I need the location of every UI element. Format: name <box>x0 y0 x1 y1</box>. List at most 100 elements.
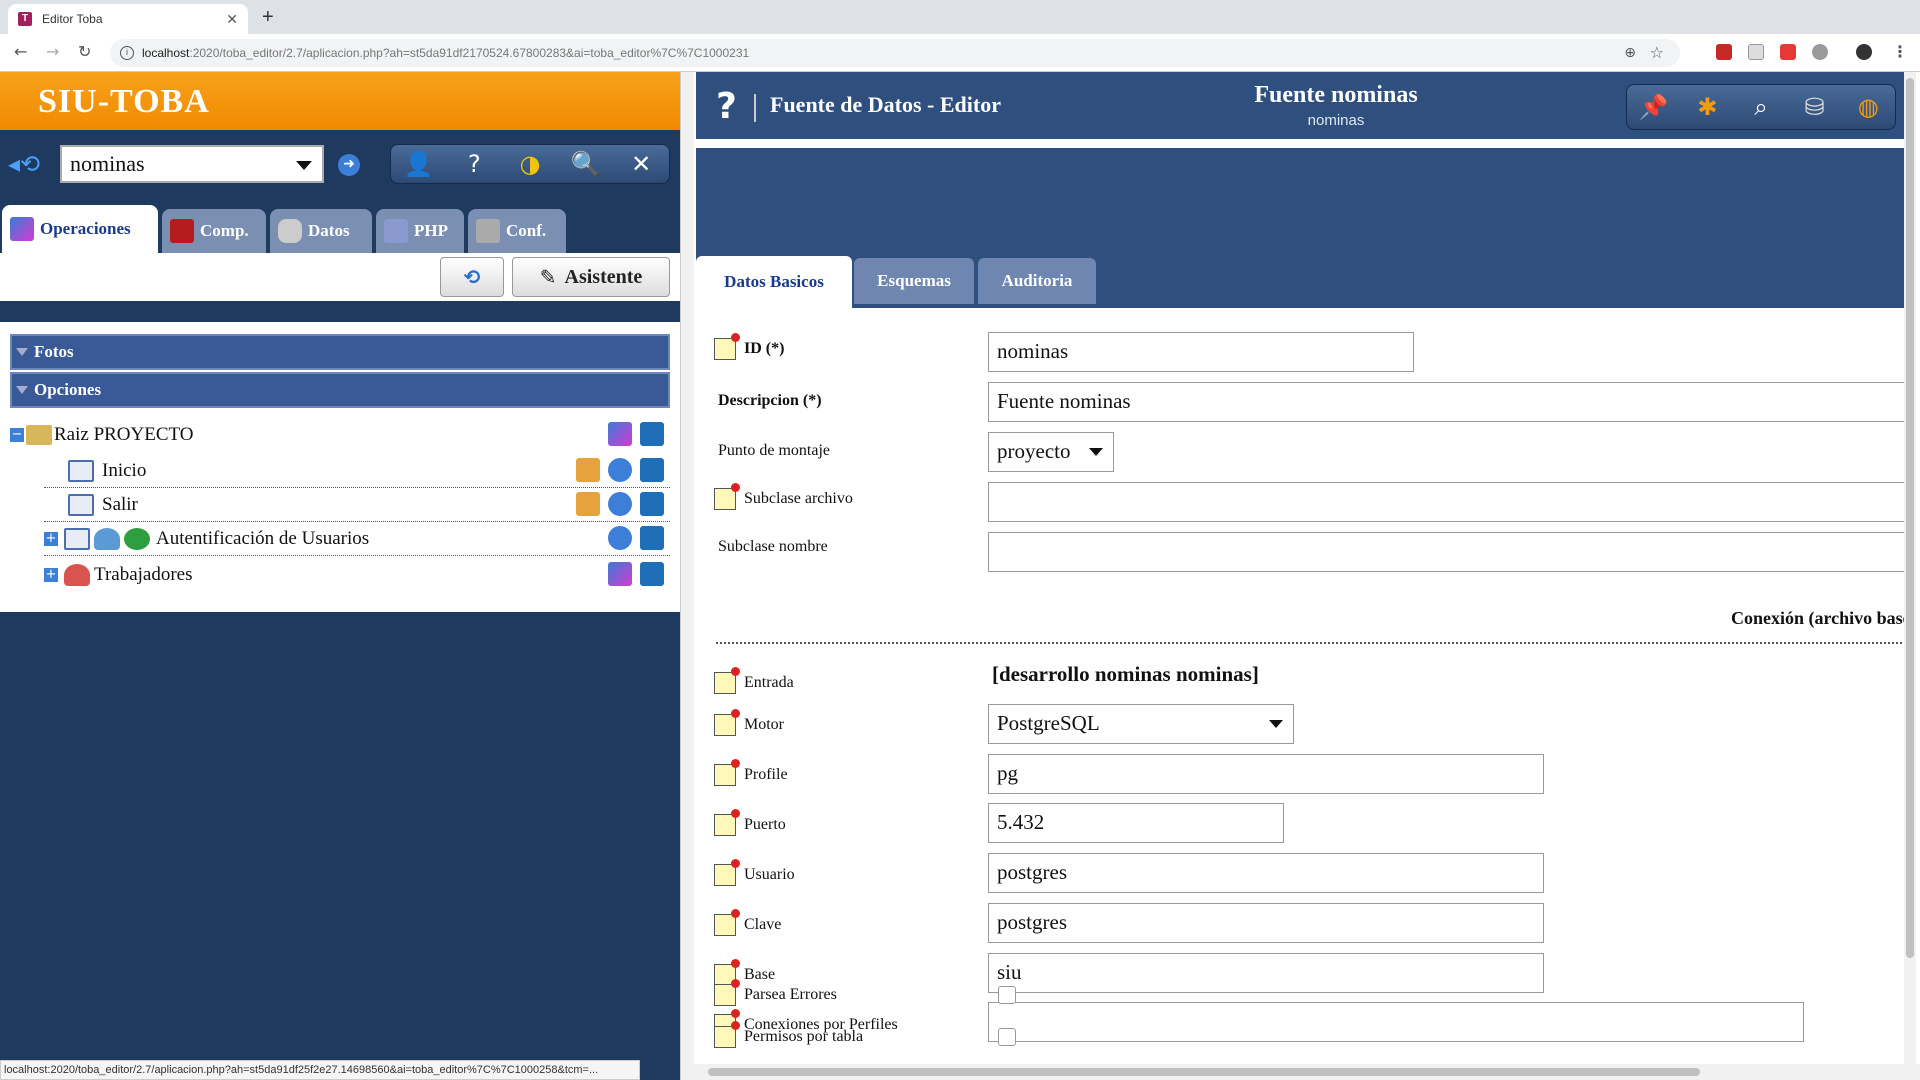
tree-node-inicio[interactable]: Inicio <box>0 454 680 488</box>
tab-esquemas[interactable]: Esquemas <box>854 258 974 304</box>
browser-tab[interactable]: T Editor Toba ✕ <box>8 4 248 34</box>
scroll-thumb[interactable] <box>1906 78 1914 958</box>
puzzle-icon[interactable]: ✱ <box>1689 91 1725 123</box>
edit-note-icon[interactable] <box>714 1021 740 1048</box>
info-icon[interactable]: i <box>120 46 134 60</box>
tab-conf[interactable]: Conf. <box>468 209 566 253</box>
tab-componentes[interactable]: Comp. <box>162 209 266 253</box>
go-arrow-icon[interactable] <box>608 526 632 550</box>
new-tab-icon[interactable]: + <box>262 6 274 29</box>
horizontal-scrollbar[interactable] <box>694 1064 1920 1080</box>
browser-menu-icon[interactable]: ⋮ <box>1892 42 1908 61</box>
expand-icon[interactable]: + <box>44 532 58 546</box>
field-label: Entrada <box>744 674 794 691</box>
section-fotos[interactable]: Fotos <box>10 334 670 370</box>
zoom-icon[interactable]: ⊕ <box>1624 39 1636 67</box>
edit-note-icon[interactable] <box>714 667 740 694</box>
edit-note-icon[interactable] <box>714 909 740 936</box>
reload-icon[interactable]: ↻ <box>78 42 91 61</box>
montaje-select[interactable]: proyecto <box>988 432 1114 472</box>
hscroll-thumb[interactable] <box>708 1068 1700 1076</box>
base-input[interactable]: siu <box>988 953 1544 993</box>
scissors-icon[interactable] <box>640 458 664 482</box>
asistente-button[interactable]: ✎ Asistente <box>512 257 670 297</box>
tab-operaciones[interactable]: Operaciones <box>2 205 158 253</box>
move-icon[interactable] <box>576 492 600 516</box>
close-icon[interactable]: ✕ <box>623 148 659 180</box>
edit-note-icon[interactable] <box>714 759 740 786</box>
profile-input[interactable]: pg <box>988 754 1544 794</box>
preview-icon[interactable]: 🔍 <box>568 148 604 180</box>
edit-note-icon[interactable] <box>714 483 740 510</box>
tab-datos[interactable]: Datos <box>270 209 372 253</box>
id-input[interactable]: nominas <box>988 332 1414 372</box>
edit-note-icon[interactable] <box>714 979 740 1006</box>
close-tab-icon[interactable]: ✕ <box>226 11 238 28</box>
tree-node-trabajadores[interactable]: + Trabajadores <box>0 558 680 592</box>
go-arrow-icon[interactable] <box>608 458 632 482</box>
move-icon[interactable] <box>576 458 600 482</box>
vertical-scrollbar[interactable] <box>1904 72 1916 1072</box>
go-arrow-icon[interactable] <box>608 492 632 516</box>
edit-note-icon[interactable] <box>714 333 740 360</box>
parsea-errores-checkbox[interactable] <box>998 986 1016 1004</box>
profile-avatar-icon[interactable] <box>1856 44 1872 60</box>
database-icon[interactable]: ⛁ <box>1797 91 1833 123</box>
crash-test-icon[interactable]: ◑ <box>512 148 548 180</box>
pin-icon[interactable]: 📌 <box>1636 91 1672 123</box>
scissors-icon[interactable] <box>640 562 664 586</box>
descripcion-input[interactable]: Fuente nominas <box>988 382 1908 422</box>
tab-label: Operaciones <box>40 219 131 238</box>
tab-php[interactable]: PHP <box>376 209 464 253</box>
edit-note-icon[interactable] <box>714 709 740 736</box>
puerto-input[interactable]: 5.432 <box>988 803 1284 843</box>
go-arrow-icon[interactable]: ➜ <box>338 154 360 176</box>
add-item-icon[interactable] <box>608 562 632 586</box>
bookmark-star-icon[interactable]: ☆ <box>1650 39 1664 67</box>
folder-icon <box>26 425 52 445</box>
collapse-icon[interactable]: − <box>10 428 24 442</box>
clave-input[interactable]: postgres <box>988 903 1544 943</box>
search-icon[interactable]: ⌕ <box>1743 91 1779 123</box>
document-extension-icon[interactable] <box>1748 44 1764 60</box>
project-select[interactable]: nominas <box>60 145 324 183</box>
frame-splitter[interactable] <box>680 72 694 1080</box>
wizard-row: ⟲ ✎ Asistente <box>0 253 680 301</box>
gray-extension-icon[interactable] <box>1812 44 1828 60</box>
scissors-icon[interactable] <box>640 422 664 446</box>
red-extension-icon[interactable] <box>1780 44 1796 60</box>
refresh-button[interactable]: ⟲ <box>440 257 504 297</box>
add-item-icon[interactable] <box>608 422 632 446</box>
address-bar[interactable]: i localhost:2020/toba_editor/2.7/aplicac… <box>110 39 1680 67</box>
help-icon[interactable]: ? <box>456 148 492 180</box>
expand-icon[interactable]: + <box>44 568 58 582</box>
forward-icon[interactable]: → <box>46 42 59 61</box>
permisos-tabla-checkbox[interactable] <box>998 1028 1016 1046</box>
user-icon[interactable]: 👤 <box>401 148 437 180</box>
conexiones-perfiles-input[interactable] <box>988 1002 1804 1042</box>
tab-label: Datos <box>308 221 350 240</box>
scissors-icon[interactable] <box>640 526 664 550</box>
php-file-icon[interactable]: ◍ <box>1850 91 1886 123</box>
section-opciones[interactable]: Opciones <box>10 372 670 408</box>
tab-auditoria[interactable]: Auditoria <box>978 258 1096 304</box>
ublock-extension-icon[interactable] <box>1716 44 1732 60</box>
help-icon[interactable]: ? <box>716 86 737 127</box>
tree-node-autentificacion[interactable]: + Autentificación de Usuarios <box>0 522 680 556</box>
tab-datos-basicos[interactable]: Datos Basicos <box>696 256 852 308</box>
browser-tab-title: Editor Toba <box>42 12 103 26</box>
motor-select[interactable]: PostgreSQL <box>988 704 1294 744</box>
subclase-archivo-input[interactable] <box>988 482 1908 522</box>
row-montaje: Punto de montaje <box>718 442 830 460</box>
usuario-input[interactable]: postgres <box>988 853 1544 893</box>
edit-note-icon[interactable] <box>714 809 740 836</box>
tree-node-raiz[interactable]: − Raiz PROYECTO <box>0 418 680 452</box>
refresh-project-icon[interactable]: ◂⟲ <box>8 150 40 179</box>
field-label: Descripcion (*) <box>718 392 822 409</box>
scissors-icon[interactable] <box>640 492 664 516</box>
row-puerto: Puerto <box>714 809 786 836</box>
edit-note-icon[interactable] <box>714 859 740 886</box>
tree-node-salir[interactable]: Salir <box>0 488 680 522</box>
back-icon[interactable]: ← <box>14 42 27 61</box>
subclase-nombre-input[interactable] <box>988 532 1908 572</box>
